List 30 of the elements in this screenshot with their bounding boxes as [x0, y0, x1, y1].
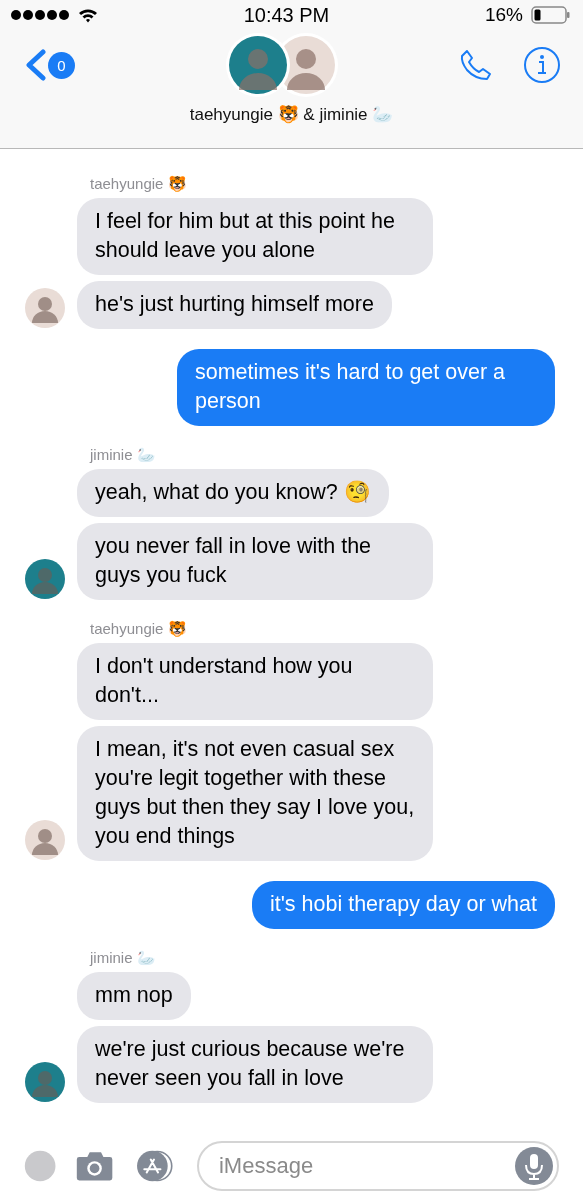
microphone-icon[interactable]	[515, 1147, 553, 1185]
message-bubble: he's just hurting himself more	[77, 281, 392, 329]
status-time: 10:43 PM	[242, 3, 331, 27]
message-bubble: yeah, what do you know? 🧐	[77, 469, 389, 517]
phone-icon[interactable]	[459, 48, 493, 82]
sender-name: taehyungie 🐯	[89, 620, 188, 638]
group-avatars-drawing[interactable]	[225, 32, 339, 98]
message-bubble: we're just curious because we're never seen you fall in love	[77, 1026, 433, 1103]
sender-avatar	[24, 558, 66, 600]
sender-avatar	[24, 287, 66, 329]
message-bubble: you never fall in love with the guys you fuck	[77, 523, 433, 600]
sender-avatar	[24, 1061, 66, 1103]
sender-name: jiminie 🦢	[88, 446, 157, 464]
sender-name: taehyungie 🐯	[89, 175, 188, 193]
info-icon[interactable]	[523, 46, 561, 84]
message-bubble: sometimes it's hard to get over a person	[177, 349, 555, 426]
conversation-title[interactable]: taehyungie 🐯 & jiminie 🦢	[0, 104, 583, 125]
battery-icon	[531, 5, 571, 25]
wifi-icon	[78, 7, 98, 23]
sender-avatar	[24, 819, 66, 861]
signal-icon	[10, 9, 70, 21]
battery-percent: 16%	[484, 4, 523, 26]
back-button[interactable]: 0	[24, 49, 75, 81]
sender-name: jiminie 🦢	[88, 949, 157, 967]
message-bubble: it's hobi therapy day or what	[251, 881, 555, 929]
message-bubble: I don't understand how you don't...	[77, 643, 433, 720]
message-bubble: I feel for him but at this point he should leave you alone	[77, 198, 433, 275]
message-bubble: I mean, it's not even casual sex you're legit together with these guys but then they say I love you, you end things	[77, 726, 433, 861]
message-input[interactable]: iMessage	[197, 1141, 559, 1191]
message-bubble: mm nop	[77, 972, 191, 1020]
